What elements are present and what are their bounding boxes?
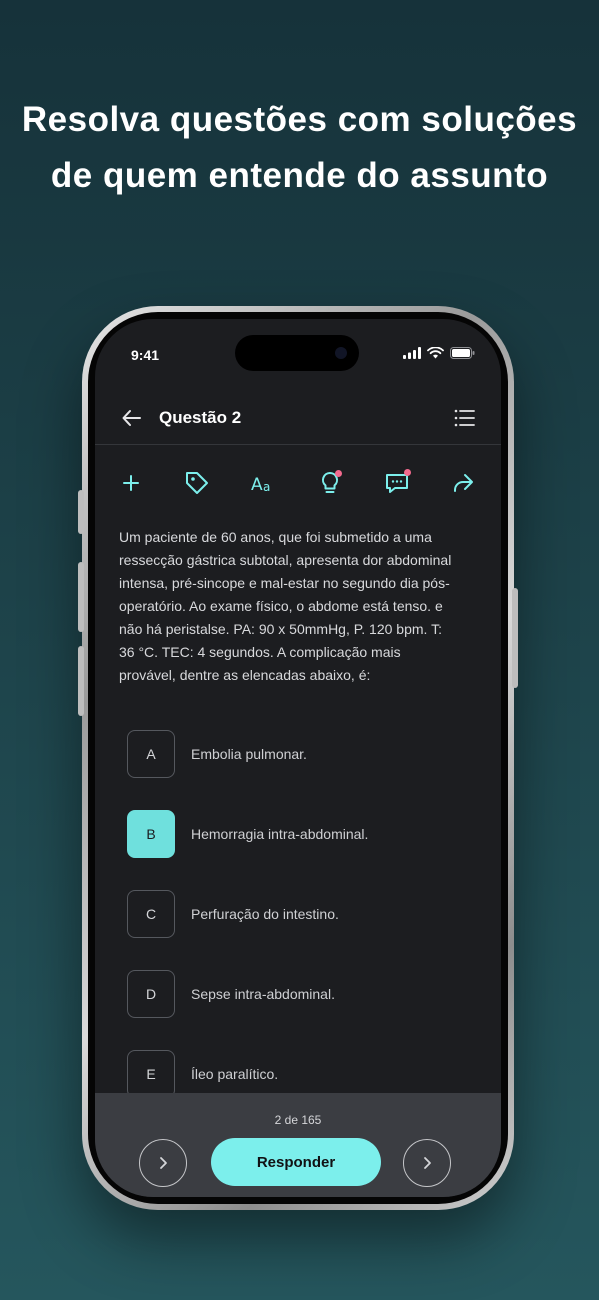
option-text: Embolia pulmonar.: [191, 746, 307, 762]
svg-text:a: a: [263, 480, 270, 494]
option-a[interactable]: A Embolia pulmonar.: [127, 730, 467, 778]
option-d[interactable]: D Sepse intra-abdominal.: [127, 970, 467, 1018]
question-toolbar: A a: [117, 469, 477, 501]
wifi-icon: [427, 347, 444, 359]
headline-line-1: Resolva questões com soluções: [21, 100, 578, 139]
font-size-icon[interactable]: A a: [250, 469, 278, 497]
volume-up-button: [78, 562, 84, 632]
question-counter: 2 de 165: [274, 1113, 322, 1127]
option-letter: E: [127, 1050, 175, 1098]
status-icons: [403, 347, 475, 359]
lightbulb-button[interactable]: [316, 469, 344, 497]
headline-line-2: de quem entende do assunto: [50, 156, 549, 195]
battery-icon: [450, 347, 475, 359]
tag-icon[interactable]: [183, 469, 211, 497]
volume-down-button: [78, 646, 84, 716]
option-letter: B: [127, 810, 175, 858]
signal-icon: [403, 347, 421, 359]
action-button: [78, 490, 84, 534]
previous-button[interactable]: [139, 1139, 187, 1187]
promo-headline: Resolva questões com soluções de quem en…: [0, 92, 599, 204]
option-e[interactable]: E Íleo paralítico.: [127, 1050, 467, 1098]
chevron-right-icon: [424, 1157, 431, 1169]
next-button[interactable]: [403, 1139, 451, 1187]
answer-button[interactable]: Responder: [211, 1138, 381, 1186]
arrow-left-icon[interactable]: [119, 405, 145, 431]
page-title: Questão 2: [159, 408, 242, 427]
option-letter: A: [127, 730, 175, 778]
option-text: Hemorragia intra-abdominal.: [191, 826, 369, 842]
option-letter: D: [127, 970, 175, 1018]
option-text: Perfuração do intestino.: [191, 906, 339, 922]
phone-frame: 9:41 Questão 2 A a Um paciente de 60 ano…: [78, 306, 518, 1210]
option-b[interactable]: B Hemorragia intra-abdominal.: [127, 810, 467, 858]
question-header: Questão 2: [95, 391, 501, 445]
option-letter: C: [127, 890, 175, 938]
svg-text:A: A: [251, 475, 263, 495]
list-icon[interactable]: [453, 406, 477, 430]
navigation-footer: 2 de 165 Responder: [95, 1093, 501, 1197]
plus-icon[interactable]: [117, 469, 145, 497]
question-text: Um paciente de 60 anos, que foi submetid…: [119, 529, 452, 683]
comment-button[interactable]: [383, 469, 411, 497]
option-text: Sepse intra-abdominal.: [191, 986, 335, 1002]
option-text: Íleo paralítico.: [191, 1066, 279, 1082]
chevron-right-icon: [160, 1157, 167, 1169]
notification-dot: [403, 469, 411, 476]
power-button: [512, 588, 518, 688]
share-icon[interactable]: [449, 469, 477, 497]
dynamic-island: [235, 335, 359, 371]
app-screen: 9:41 Questão 2 A a Um paciente de 60 ano…: [95, 319, 501, 1197]
option-c[interactable]: C Perfuração do intestino.: [127, 890, 467, 938]
status-time: 9:41: [131, 347, 160, 363]
